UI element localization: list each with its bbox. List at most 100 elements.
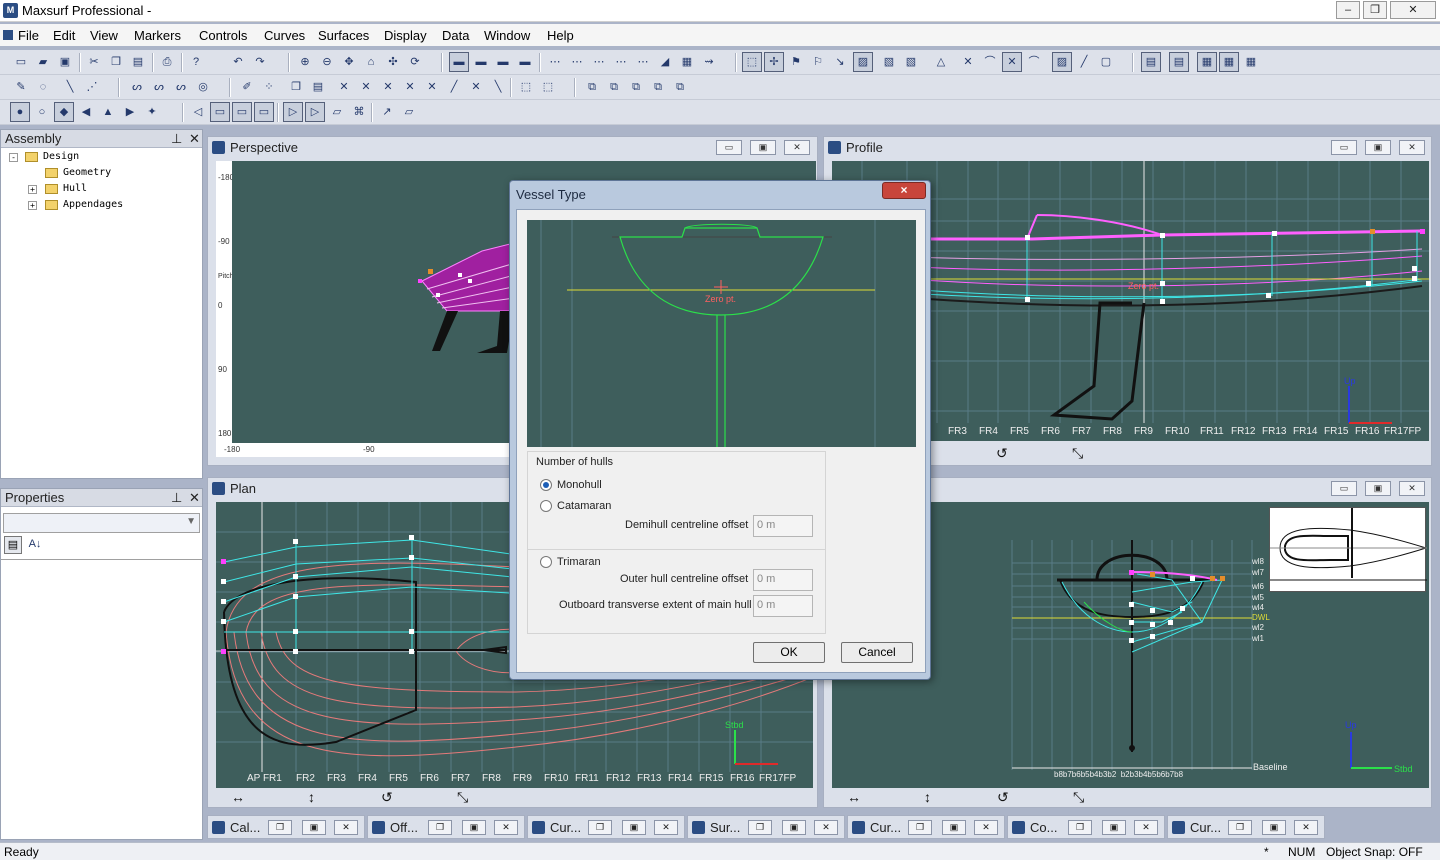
menu-curves[interactable]: Curves bbox=[264, 28, 305, 43]
restore-window-button[interactable]: ❐ bbox=[1228, 820, 1252, 835]
pan-horizontal-icon[interactable]: ↔ bbox=[231, 789, 245, 807]
document-icon[interactable] bbox=[3, 30, 13, 40]
multi-line-icon[interactable]: ⋰ bbox=[82, 77, 102, 97]
restore-window-button[interactable]: ❐ bbox=[588, 820, 612, 835]
group-2-icon[interactable]: ⧉ bbox=[604, 77, 624, 97]
arrow-tool-icon[interactable]: ↗ bbox=[377, 102, 397, 122]
minimized-window[interactable]: Cur... ❐ ▣ ✕ bbox=[527, 815, 685, 839]
menu-help[interactable]: Help bbox=[547, 28, 574, 43]
flag-2-icon[interactable]: ⚐ bbox=[808, 52, 828, 72]
hull-view-4-icon[interactable]: ▭ bbox=[254, 102, 274, 122]
maximize-window-button[interactable]: ▣ bbox=[782, 820, 806, 835]
render-2-icon[interactable]: ▧ bbox=[879, 52, 899, 72]
display-mode-1-icon[interactable]: ▬ bbox=[449, 52, 469, 72]
edit-3-icon[interactable]: ✕ bbox=[378, 77, 398, 97]
spline-1-icon[interactable]: ᔕ bbox=[127, 77, 147, 97]
monohull-radio[interactable] bbox=[540, 479, 552, 491]
section-2-icon[interactable]: ▷ bbox=[305, 102, 325, 122]
zoom-out-icon[interactable]: ⊖ bbox=[317, 52, 337, 72]
paste-surface-icon[interactable]: ▤ bbox=[308, 77, 328, 97]
select-mode-icon[interactable]: ⬚ bbox=[742, 52, 762, 72]
grid-5-icon[interactable]: ⋯ bbox=[633, 52, 653, 72]
save-icon[interactable]: ▣ bbox=[55, 52, 75, 72]
curve-2-icon[interactable]: ⌒ bbox=[1024, 52, 1044, 72]
menu-display[interactable]: Display bbox=[384, 28, 427, 43]
frame-2-icon[interactable]: ⬚ bbox=[538, 77, 558, 97]
layout-5-icon[interactable]: ▦ bbox=[1241, 52, 1261, 72]
light-4-icon[interactable]: ▶ bbox=[120, 102, 140, 122]
light-3-icon[interactable]: ▲ bbox=[98, 102, 118, 122]
line-tool-icon[interactable]: ╲ bbox=[60, 77, 80, 97]
copy-icon[interactable]: ❐ bbox=[106, 52, 126, 72]
tree-item-appendages[interactable]: Appendages bbox=[63, 199, 123, 213]
pin-icon[interactable]: ⊥ bbox=[171, 131, 182, 147]
xmark-2-icon[interactable]: ✕ bbox=[1002, 52, 1022, 72]
minimized-window[interactable]: Sur... ❐ ▣ ✕ bbox=[687, 815, 845, 839]
redo-icon[interactable]: ↷ bbox=[250, 52, 270, 72]
close-panel-icon[interactable]: ✕ bbox=[189, 131, 200, 147]
menu-edit[interactable]: Edit bbox=[53, 28, 75, 43]
layout-2-icon[interactable]: ▤ bbox=[1169, 52, 1189, 72]
zoom-in-icon[interactable]: ⊕ bbox=[295, 52, 315, 72]
triangle-icon[interactable]: △ bbox=[931, 52, 951, 72]
catamaran-label[interactable]: Catamaran bbox=[557, 500, 611, 512]
edit-6-icon[interactable]: ╱ bbox=[444, 77, 464, 97]
restore-window-button[interactable]: ❐ bbox=[748, 820, 772, 835]
tree-item-geometry[interactable]: Geometry bbox=[63, 167, 111, 181]
section-3-icon[interactable]: ▱ bbox=[327, 102, 347, 122]
minimized-window[interactable]: Cal... ❐ ▣ ✕ bbox=[207, 815, 365, 839]
flag-icon[interactable]: ⚑ bbox=[786, 52, 806, 72]
tree-item-hull[interactable]: Hull bbox=[63, 183, 87, 197]
close-window-button[interactable]: ✕ bbox=[1294, 820, 1318, 835]
edit-4-icon[interactable]: ✕ bbox=[400, 77, 420, 97]
circle-tool-icon[interactable]: ◌ bbox=[33, 77, 53, 97]
hull-view-3-icon[interactable]: ▭ bbox=[232, 102, 252, 122]
rotate-tool-icon[interactable]: ↺ bbox=[381, 789, 393, 807]
close-view-button[interactable]: ✕ bbox=[1399, 140, 1425, 155]
dialog-close-button[interactable]: × bbox=[882, 182, 926, 199]
minimized-window[interactable]: Off... ❐ ▣ ✕ bbox=[367, 815, 525, 839]
keymap-thumbnail[interactable] bbox=[1269, 507, 1427, 592]
table-icon[interactable]: ▦ bbox=[677, 52, 697, 72]
pan-vertical-icon[interactable]: ↕ bbox=[308, 789, 315, 807]
fit-icon[interactable]: ⇝ bbox=[699, 52, 719, 72]
minimize-button[interactable]: – bbox=[1336, 1, 1360, 19]
parallelogram-icon[interactable]: ▱ bbox=[399, 102, 419, 122]
restore-button[interactable]: ❐ bbox=[1363, 1, 1387, 19]
render-1-icon[interactable]: ▨ bbox=[853, 52, 873, 72]
ok-button[interactable]: OK bbox=[753, 642, 825, 663]
rotate-tool-icon[interactable]: ↺ bbox=[996, 445, 1008, 463]
home-view-icon[interactable]: ⌂ bbox=[361, 52, 381, 72]
rotate-view-icon[interactable]: ⟳ bbox=[405, 52, 425, 72]
render-3-icon[interactable]: ▧ bbox=[901, 52, 921, 72]
close-button[interactable]: ✕ bbox=[1390, 1, 1436, 19]
menu-view[interactable]: View bbox=[90, 28, 118, 43]
maximize-window-button[interactable]: ▣ bbox=[462, 820, 486, 835]
close-window-button[interactable]: ✕ bbox=[654, 820, 678, 835]
minimized-window[interactable]: Co... ❐ ▣ ✕ bbox=[1007, 815, 1165, 839]
group-5-icon[interactable]: ⧉ bbox=[670, 77, 690, 97]
tree-expander[interactable]: + bbox=[28, 185, 37, 194]
properties-object-select[interactable]: ▼ bbox=[3, 513, 200, 533]
restore-window-button[interactable]: ❐ bbox=[428, 820, 452, 835]
trimaran-radio[interactable] bbox=[540, 556, 552, 568]
restore-window-button[interactable]: ❐ bbox=[1068, 820, 1092, 835]
close-window-button[interactable]: ✕ bbox=[974, 820, 998, 835]
ring-icon[interactable]: ○ bbox=[32, 102, 52, 122]
undo-icon[interactable]: ↶ bbox=[228, 52, 248, 72]
catamaran-radio[interactable] bbox=[540, 500, 552, 512]
close-window-button[interactable]: ✕ bbox=[494, 820, 518, 835]
menu-surfaces[interactable]: Surfaces bbox=[318, 28, 369, 43]
close-window-button[interactable]: ✕ bbox=[1134, 820, 1158, 835]
copy-surface-icon[interactable]: ❐ bbox=[286, 77, 306, 97]
group-1-icon[interactable]: ⧉ bbox=[582, 77, 602, 97]
restore-window-button[interactable]: ❐ bbox=[908, 820, 932, 835]
pan-horizontal-icon[interactable]: ↔ bbox=[847, 789, 861, 807]
maximize-window-button[interactable]: ▣ bbox=[1102, 820, 1126, 835]
tree-expander[interactable]: - bbox=[9, 153, 18, 162]
edit-8-icon[interactable]: ╲ bbox=[488, 77, 508, 97]
cut-icon[interactable]: ✂ bbox=[84, 52, 104, 72]
arrow-icon[interactable]: ↘ bbox=[830, 52, 850, 72]
curvature-icon[interactable]: ◢ bbox=[655, 52, 675, 72]
outer-hull-offset-field[interactable]: 0 m bbox=[753, 569, 813, 591]
